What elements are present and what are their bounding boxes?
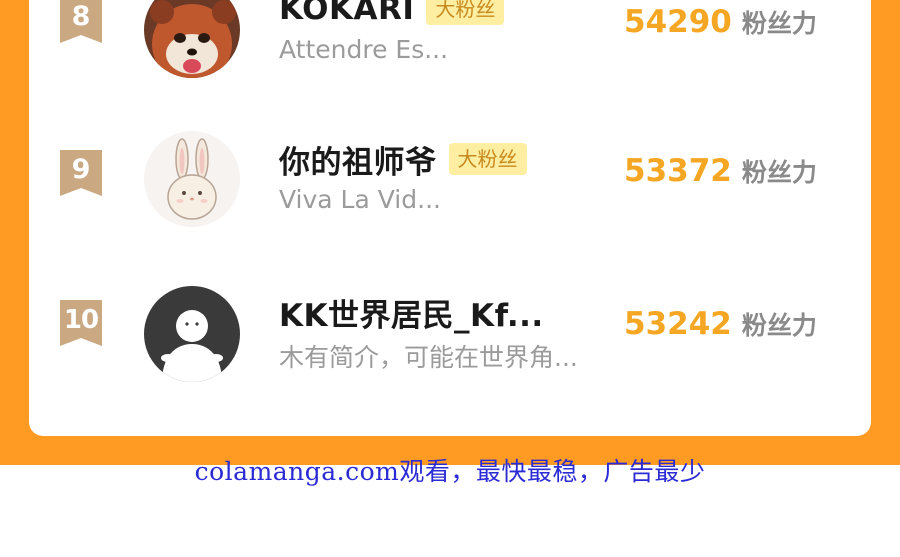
- leaderboard-card: 8 KOKARI 大粉丝 Attendre Es... 54290 粉丝力 9 …: [29, 0, 871, 436]
- fan-badge: 大粉丝: [426, 0, 505, 25]
- rank-number: 8: [71, 1, 91, 32]
- score: 53242 粉丝力: [624, 306, 817, 342]
- user-bio: Viva La Vid...: [279, 185, 441, 214]
- leaderboard-row[interactable]: 8 KOKARI 大粉丝 Attendre Es... 54290 粉丝力: [29, 0, 871, 80]
- watermark-text: colamanga.com观看，最快最稳，广告最少: [194, 457, 706, 486]
- name-line: KK世界居民_Kf...: [279, 290, 544, 335]
- score: 54290 粉丝力: [624, 4, 817, 40]
- user-name[interactable]: KOKARI: [279, 0, 414, 27]
- rank-badge: 10: [60, 300, 102, 346]
- default-user-avatar[interactable]: [144, 286, 240, 382]
- rank-number: 10: [63, 305, 99, 335]
- user-bio: Attendre Es...: [279, 35, 449, 64]
- score-value: 53372: [624, 153, 732, 189]
- score-unit: 粉丝力: [741, 9, 817, 38]
- user-name[interactable]: 你的祖师爷: [279, 137, 437, 182]
- user-bio: 木有简介，可能在世界角...: [279, 343, 578, 372]
- red-panda-avatar[interactable]: [144, 0, 240, 78]
- rank-number: 9: [71, 154, 91, 185]
- rank-badge: 9: [60, 150, 102, 196]
- score-value: 53242: [624, 306, 732, 342]
- leaderboard-row[interactable]: 9 你的祖师爷 大粉丝 Viva La Vid... 53372 粉丝力: [29, 113, 871, 233]
- score: 53372 粉丝力: [624, 153, 817, 189]
- fan-badge: 大粉丝: [448, 143, 527, 175]
- score-value: 54290: [624, 4, 732, 40]
- score-unit: 粉丝力: [741, 311, 817, 340]
- name-line: KOKARI 大粉丝: [279, 0, 505, 29]
- leaderboard-row[interactable]: 10 KK世界居民_Kf... 木有简介，可能在世界角... 53242 粉丝力: [29, 266, 871, 386]
- name-line: 你的祖师爷 大粉丝: [279, 137, 527, 182]
- rank-badge: 8: [60, 0, 102, 43]
- score-unit: 粉丝力: [741, 158, 817, 187]
- bunny-avatar[interactable]: [144, 131, 240, 227]
- user-name[interactable]: KK世界居民_Kf...: [279, 290, 544, 335]
